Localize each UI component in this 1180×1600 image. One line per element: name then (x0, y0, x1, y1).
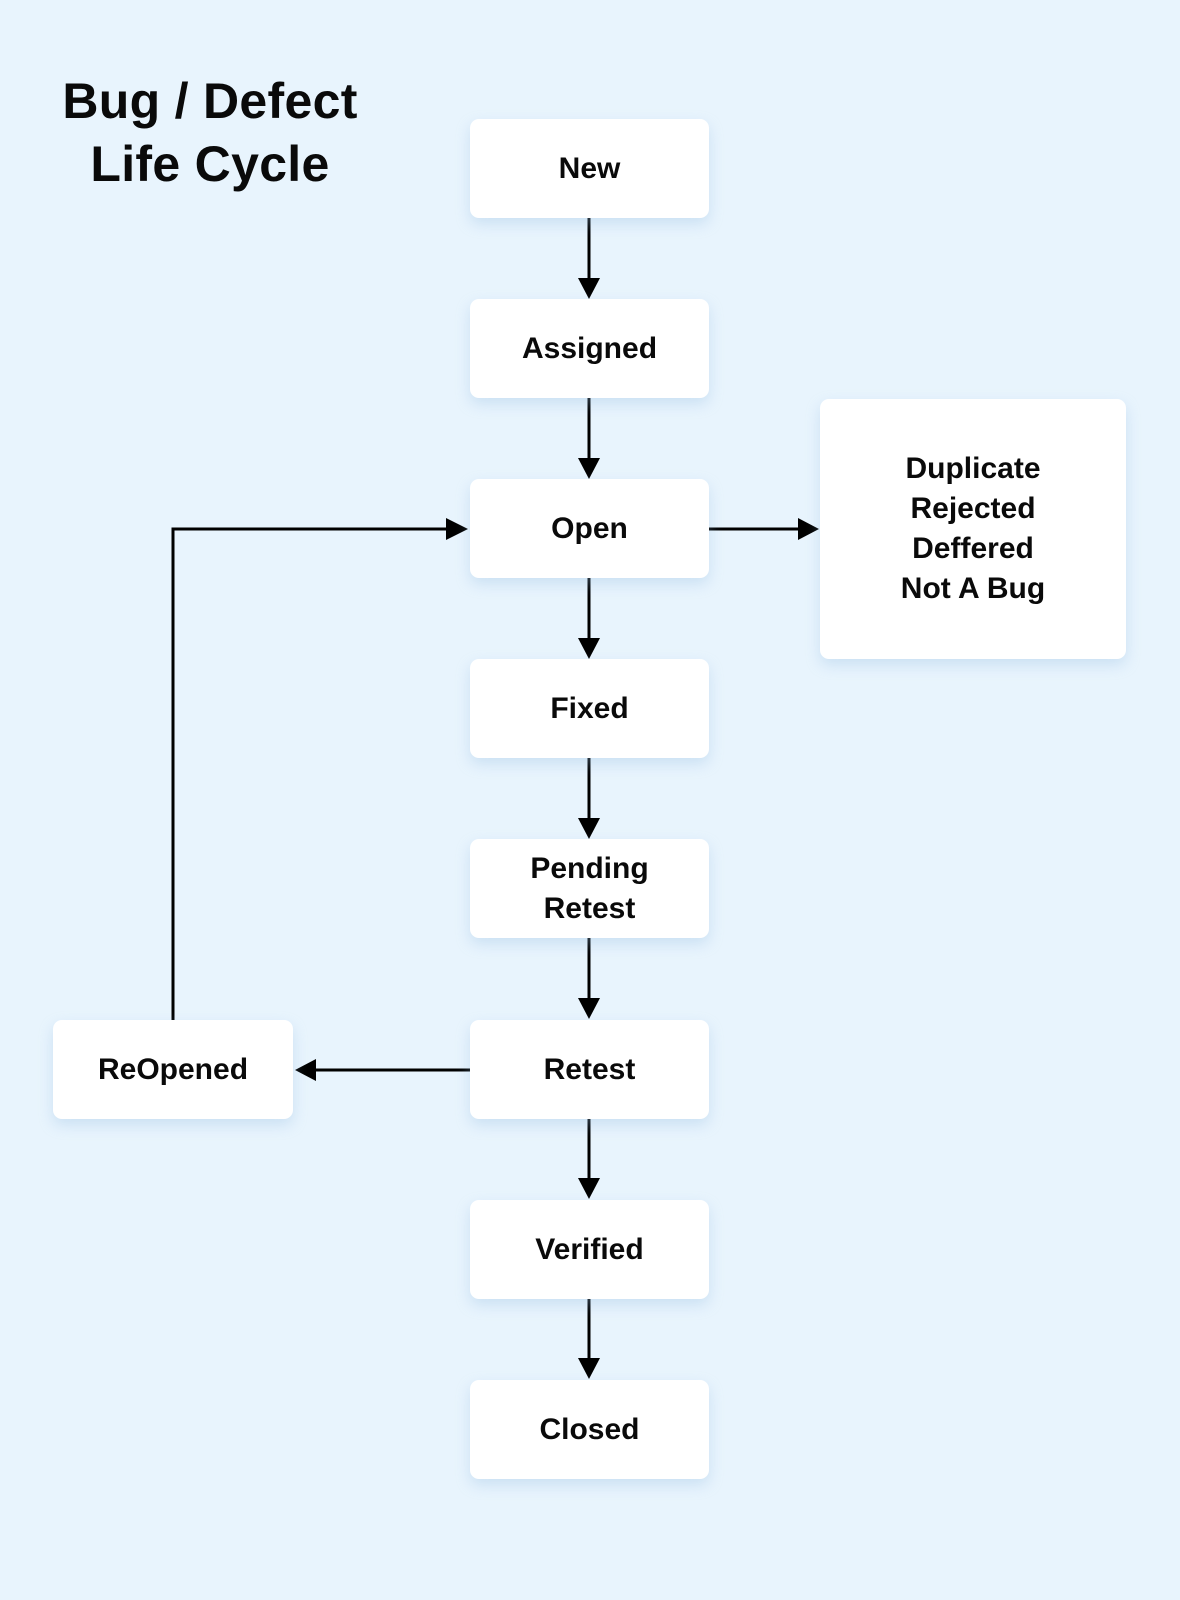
connectors (171, 218, 819, 1379)
state-label-rejected: Rejected (910, 492, 1036, 525)
state-label: Fixed (550, 691, 629, 725)
state-assigned: Assigned (470, 299, 709, 398)
state-label-duplicate: Duplicate (905, 452, 1041, 485)
arrowhead (578, 1358, 600, 1379)
arrowhead (578, 638, 600, 659)
state-retest: Retest (470, 1020, 709, 1119)
state-label: Retest (543, 1052, 636, 1086)
state-new: New (470, 119, 709, 218)
arrowhead (446, 518, 468, 540)
state-label: ReOpened (97, 1052, 249, 1086)
arrowhead (578, 998, 600, 1019)
state-terminal-alternatives: Duplicate Rejected Deffered Not A Bug (820, 399, 1126, 659)
arrowhead (798, 518, 819, 540)
state-closed: Closed (470, 1380, 709, 1479)
state-label-line: Retest (543, 891, 636, 925)
state-label: Open (551, 511, 628, 545)
arrow-reopened-to-open (171, 527, 446, 1020)
state-label-deferred: Deffered (912, 532, 1034, 565)
arrowhead (578, 818, 600, 839)
arrowhead (578, 458, 600, 479)
state-label-line: Pending (530, 851, 649, 885)
state-pending-retest: Pending Retest (470, 839, 709, 938)
state-open: Open (470, 479, 709, 578)
state-label-not-a-bug: Not A Bug (900, 572, 1046, 605)
state-reopened: ReOpened (53, 1020, 293, 1119)
state-label: New (558, 151, 621, 185)
arrowhead (295, 1059, 316, 1081)
arrowhead (578, 278, 600, 299)
arrowhead (578, 1178, 600, 1199)
state-fixed: Fixed (470, 659, 709, 758)
state-verified: Verified (470, 1200, 709, 1299)
state-label: Assigned (521, 331, 658, 365)
state-label: Verified (535, 1232, 644, 1266)
state-label: Closed (539, 1412, 640, 1446)
